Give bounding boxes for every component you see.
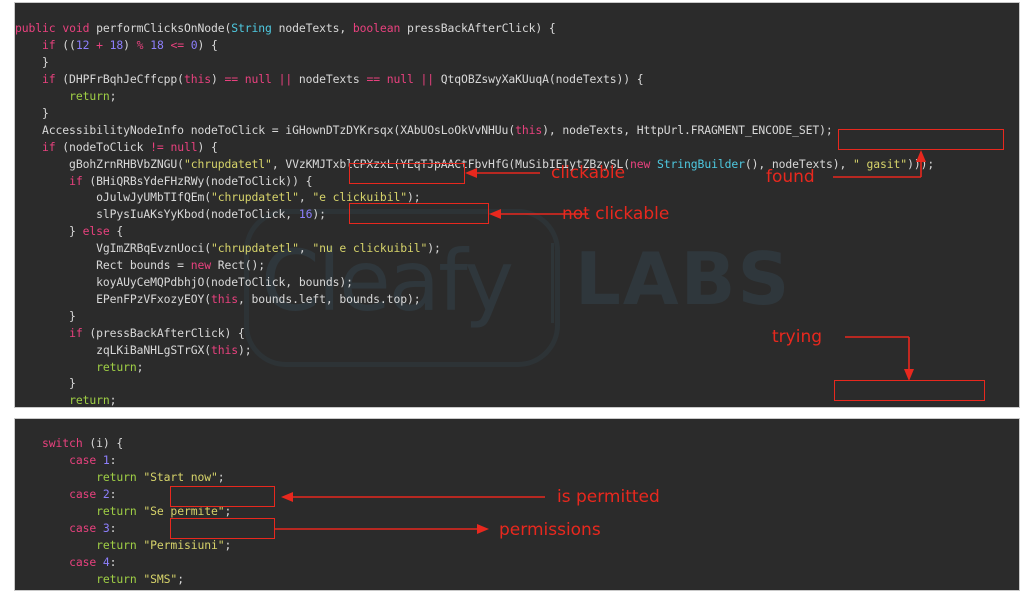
code-line: return "Permisiuni"; <box>96 537 232 552</box>
code-panel-bottom: switch (i) { case 1: return "Start now";… <box>14 418 1020 591</box>
code-line: koyAUyCeMQPdbhjO(nodeToClick, bounds); <box>15 274 353 289</box>
code-line: VgImZRBqEvznUoci("chrupdatetl", "nu e cl… <box>15 241 441 256</box>
code-line: switch (i) { <box>42 436 124 451</box>
code-line: return; <box>96 359 144 374</box>
code-line: Rect bounds = new Rect(); <box>15 258 266 273</box>
code-line: case 1: <box>69 453 117 468</box>
code-line: return; <box>69 393 117 408</box>
code-line: case 4: <box>69 554 117 569</box>
code-line: slPysIuAKsYyKbod(nodeToClick, 16); <box>15 207 326 222</box>
code-line: return "Start now"; <box>96 470 225 485</box>
code-panel-top: Cleafy LABS public void performClicksOnN… <box>14 2 1020 408</box>
code-line: case 3: <box>69 520 117 535</box>
code-line: } <box>15 105 49 120</box>
code-line: return "Se permite"; <box>96 504 232 519</box>
code-block-bottom: switch (i) { case 1: return "Start now";… <box>15 430 232 590</box>
code-line: } <box>15 55 49 70</box>
screenshot-root: Cleafy LABS public void performClicksOnN… <box>0 0 1024 593</box>
code-line: case 5: <box>15 589 116 590</box>
code-line: return; <box>69 89 117 104</box>
code-line: case 2: <box>69 487 117 502</box>
code-line: if ((12 + 18) % 18 <= 0) { <box>42 38 218 53</box>
code-line: if (BHiQRBsYdeFHzRWy(nodeToClick)) { <box>69 173 313 188</box>
code-line: public void performClicksOnNode(String n… <box>15 21 556 36</box>
code-line: if (pressBackAfterClick) { <box>69 325 245 340</box>
code-line: if (nodeToClick != null) { <box>42 139 218 154</box>
code-block-top: public void performClicksOnNode(String n… <box>15 14 935 408</box>
code-line: } <box>15 308 76 323</box>
code-line: AccessibilityNodeInfo nodeToClick = iGHo… <box>15 122 833 137</box>
code-line: gBohZrnRHBVbZNGU("chrupdatetl", VVzKMJTx… <box>15 156 935 171</box>
code-line: } <box>15 376 76 391</box>
code-line: zqLKiBaNHLgSTrGX(this); <box>15 342 252 357</box>
code-line: EPenFPzVFxozyEOY(this, bounds.left, boun… <box>15 291 421 306</box>
code-line: return "SMS"; <box>96 571 184 586</box>
code-line: if (DHPFrBqhJeCffcpp(this) == null || no… <box>42 72 644 87</box>
code-line: oJulwJyUMbTIfQEm("chrupdatetl", "e click… <box>15 190 421 205</box>
code-line: } else { <box>15 224 124 239</box>
